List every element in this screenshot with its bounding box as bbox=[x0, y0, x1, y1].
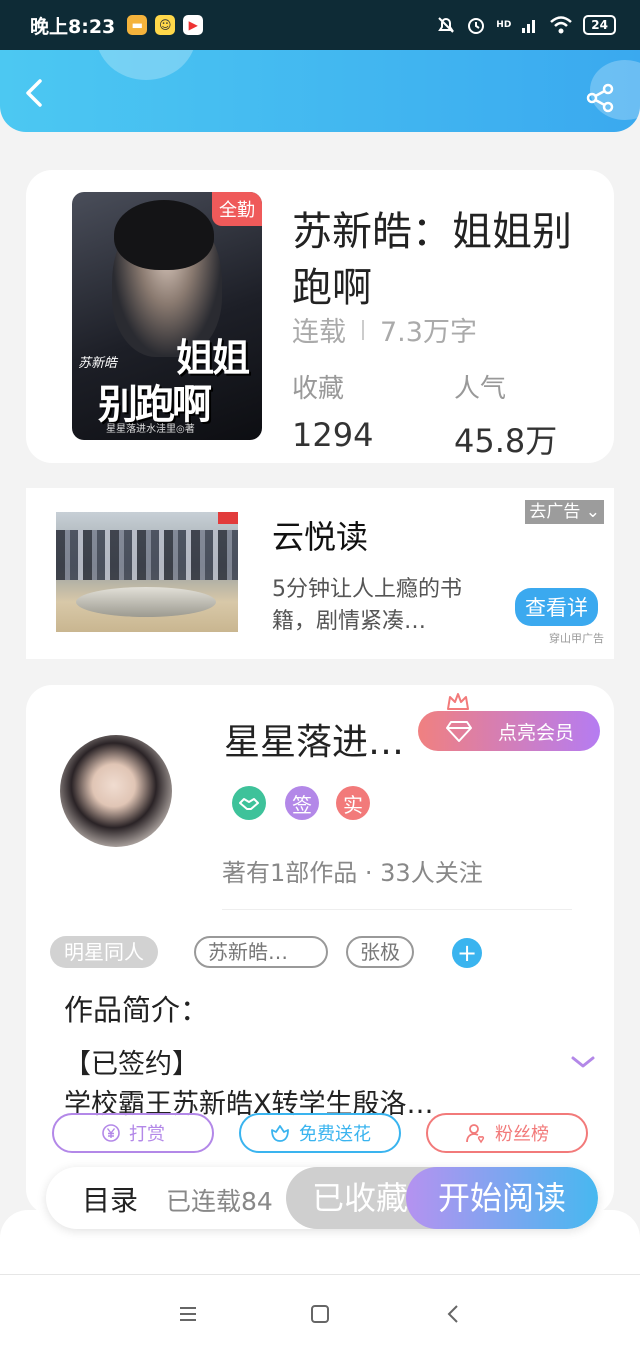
book-title: 苏新皓：姐姐别跑啊 bbox=[292, 209, 572, 311]
tag-item[interactable]: 苏新皓… bbox=[194, 936, 328, 968]
ad-source: 穿山甲广告 bbox=[549, 632, 604, 645]
back-triangle-icon[interactable] bbox=[442, 1302, 466, 1326]
full-attendance-tag: 全勤 bbox=[212, 192, 262, 226]
catalog-button[interactable]: 目录 bbox=[82, 1179, 138, 1219]
navbar-divider bbox=[0, 1274, 640, 1275]
start-reading-button[interactable]: 开始阅读 bbox=[406, 1167, 598, 1229]
meta-separator bbox=[362, 319, 364, 340]
decor-bubble bbox=[96, 50, 196, 80]
book-status: 连载 bbox=[292, 317, 346, 348]
author-card: 星星落进… 点亮会员 签 实 著有1部作品 · 33人关注 明星同人 苏新皓… … bbox=[26, 685, 614, 1215]
signed-badge: 签 bbox=[285, 786, 319, 820]
popularity-value: 45.8万 bbox=[454, 422, 558, 460]
fan-ranking-label: 粉丝榜 bbox=[495, 1124, 549, 1145]
word-count: 7.3万字 bbox=[380, 317, 477, 348]
fan-user-icon bbox=[466, 1124, 485, 1144]
alarm-icon bbox=[468, 18, 485, 34]
popularity-label: 人气 bbox=[454, 374, 507, 404]
send-flower-label: 免费送花 bbox=[299, 1124, 371, 1145]
wifi-icon bbox=[550, 16, 573, 34]
ad-image-tag bbox=[218, 512, 238, 524]
book-meta: 连载 7.3万字 bbox=[292, 310, 477, 349]
category-tag[interactable]: 明星同人 bbox=[50, 936, 158, 968]
handshake-icon bbox=[239, 798, 259, 810]
crown-icon bbox=[447, 693, 469, 710]
ad-title: 云悦读 bbox=[272, 518, 369, 556]
intro-line: 【已签约】 bbox=[64, 1049, 199, 1080]
ad-image-crowd bbox=[56, 530, 238, 580]
status-time: 晚上8:23 bbox=[30, 15, 116, 38]
add-tag-button[interactable]: + bbox=[452, 938, 482, 968]
book-info-card: 苏新皓 姐姐 别跑啊 星星落进水洼里◎著 全勤 苏新皓：姐姐别跑啊 连载 7.3… bbox=[26, 170, 614, 463]
cover-figure-hair bbox=[114, 200, 214, 270]
serial-progress: 已连载84 bbox=[166, 1187, 273, 1216]
cover-author-line: 星星落进水洼里◎著 bbox=[106, 424, 195, 435]
ad-description: 5分钟让人上瘾的书籍，剧情紧凑… bbox=[272, 577, 462, 634]
favorites-value: 1294 bbox=[292, 416, 374, 454]
tip-button[interactable]: 打赏 bbox=[52, 1113, 214, 1153]
vip-button[interactable]: 点亮会员 bbox=[418, 711, 600, 751]
chevron-down-icon: ⌄ bbox=[580, 502, 600, 522]
remove-ad-button[interactable]: 去广告 ⌄ bbox=[525, 500, 604, 524]
signal-icon bbox=[522, 20, 536, 33]
ad-image[interactable] bbox=[56, 512, 238, 632]
network-type: HD bbox=[496, 20, 512, 30]
favorites-label: 收藏 bbox=[292, 374, 345, 404]
menu-icon[interactable] bbox=[176, 1302, 200, 1326]
ad-view-button[interactable]: 查看详 bbox=[515, 588, 598, 626]
message-app-icon: ▬ bbox=[127, 15, 148, 35]
divider bbox=[222, 909, 572, 910]
remove-ad-label: 去广告 bbox=[529, 502, 581, 522]
reading-action-bar: 目录 已连载84 已收藏 开始阅读 bbox=[46, 1167, 598, 1229]
handshake-badge bbox=[232, 786, 266, 820]
mute-bell-icon bbox=[438, 17, 455, 33]
battery-level: 24 bbox=[591, 18, 608, 32]
author-stats: 著有1部作品 · 33人关注 bbox=[222, 859, 483, 887]
yen-icon bbox=[102, 1124, 120, 1142]
tip-label: 打赏 bbox=[129, 1124, 165, 1145]
back-arrow-icon[interactable] bbox=[20, 78, 50, 108]
fan-ranking-button[interactable]: 粉丝榜 bbox=[426, 1113, 588, 1153]
vip-label: 点亮会员 bbox=[497, 721, 574, 744]
flower-icon bbox=[271, 1125, 289, 1142]
cover-title-small: 苏新皓 bbox=[78, 356, 118, 371]
status-icons: HD 24 bbox=[436, 15, 616, 35]
tag-item[interactable]: 张极 bbox=[346, 936, 414, 968]
author-avatar[interactable] bbox=[60, 735, 172, 847]
share-icon[interactable] bbox=[584, 82, 616, 114]
author-name[interactable]: 星星落进… bbox=[224, 713, 404, 765]
home-square-icon[interactable] bbox=[308, 1302, 332, 1326]
verified-badge: 实 bbox=[336, 786, 370, 820]
top-header bbox=[0, 50, 640, 132]
intro-title: 作品简介： bbox=[64, 993, 210, 1027]
battery-icon: 24 bbox=[583, 15, 616, 35]
ad-image-fish bbox=[76, 587, 216, 617]
ad-banner[interactable]: 云悦读 5分钟让人上瘾的书籍，剧情紧凑… 去广告 ⌄ 查看详 穿山甲广告 bbox=[26, 488, 614, 659]
diamond-icon bbox=[446, 721, 472, 742]
chevron-down-icon[interactable] bbox=[570, 1055, 596, 1069]
book-cover[interactable]: 苏新皓 姐姐 别跑啊 星星落进水洼里◎著 全勤 bbox=[72, 192, 262, 440]
send-flower-button[interactable]: 免费送花 bbox=[239, 1113, 401, 1153]
status-bar: 晚上8:23 ▬ ☺ ▶ HD 24 bbox=[0, 0, 640, 50]
chat-app-icon: ☺ bbox=[155, 15, 176, 35]
bottom-sheet bbox=[0, 1210, 640, 1351]
play-store-icon: ▶ bbox=[183, 15, 204, 35]
